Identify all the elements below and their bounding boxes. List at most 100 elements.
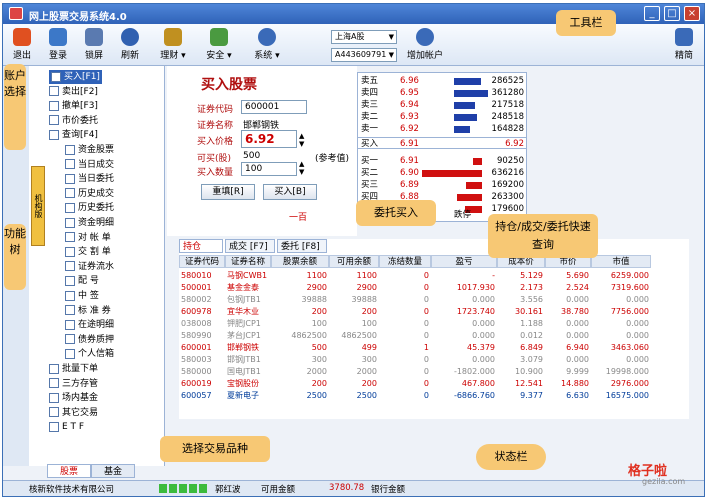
nav-item-label: 配 号: [78, 276, 99, 287]
nav-item[interactable]: 标 准 券: [65, 304, 111, 318]
buy-button[interactable]: 买入[B]: [263, 184, 317, 200]
nav-item[interactable]: 三方存管: [49, 377, 98, 391]
code-input[interactable]: 600001: [241, 100, 307, 114]
column-header[interactable]: 证券代码: [179, 255, 225, 268]
nav-item-label: 当日委托: [78, 174, 115, 185]
table-row[interactable]: 580990 茅台JCP1 4862500 4862500 0 0.000 0.012 0.0…: [179, 330, 679, 341]
column-header[interactable]: 盈亏: [431, 255, 497, 268]
institution-tab[interactable]: 机构版: [31, 166, 45, 246]
nav-item[interactable]: 卖出[F2]: [49, 85, 98, 99]
table-row[interactable]: 600019 宝钢股份 200 200 0 467.800 12.541 14.880 2976…: [179, 378, 679, 389]
nav-item[interactable]: E T F: [49, 420, 84, 434]
nav-item[interactable]: 在途明细: [65, 318, 114, 332]
reset-button[interactable]: 重填[R]: [201, 184, 255, 200]
chevron-down-icon: ▼: [388, 33, 394, 41]
compact-button[interactable]: 精简: [669, 28, 699, 64]
login-button[interactable]: 登录: [43, 28, 73, 64]
finance-button[interactable]: 理财 ▾: [153, 28, 193, 64]
table-cell: -: [492, 271, 495, 280]
table-cell: 邯郸钢铁: [227, 343, 259, 352]
add-account-button[interactable]: 增加帐户: [403, 28, 447, 64]
refresh-button[interactable]: 刷新: [115, 28, 145, 64]
app-window: 网上股票交易系统4.0 _ □ × 退出 登录 锁屏 刷新 理财 ▾ 安全 ▾ …: [2, 3, 705, 497]
column-header[interactable]: 证券名称: [225, 255, 271, 268]
tab-trades[interactable]: 成交 [F7]: [225, 239, 275, 253]
column-header[interactable]: 冻结数量: [379, 255, 431, 268]
qty-input[interactable]: 100: [241, 162, 297, 176]
tab-fund[interactable]: 基金: [91, 464, 135, 478]
depth-row: 卖四 6.95 361280: [358, 87, 526, 99]
nav-item[interactable]: 个人信箱: [65, 347, 114, 361]
column-header[interactable]: 可用余额: [329, 255, 379, 268]
table-cell: 2000: [356, 367, 377, 376]
nav-item[interactable]: 交 割 单: [65, 245, 111, 259]
exit-button[interactable]: 退出: [9, 28, 35, 64]
nav-item-label: 历史成交: [78, 188, 115, 199]
column-header[interactable]: 市值: [591, 255, 651, 268]
nav-item[interactable]: 买入[F1]: [49, 70, 102, 84]
table-cell: 0: [423, 295, 429, 304]
nav-item[interactable]: 查询[F4]: [49, 128, 98, 142]
depth-volume-bar: [454, 90, 488, 97]
tab-stock[interactable]: 股票: [47, 464, 91, 478]
table-cell: 39888: [351, 295, 377, 304]
table-row[interactable]: 038008 钾肥JCP1 100 100 0 0.000 1.188 0.000 0.000: [179, 318, 679, 329]
table-row[interactable]: 600001 邯郸钢铁 500 499 1 45.379 6.849 6.940 3463.06…: [179, 342, 679, 353]
depth-volume-bar: [457, 194, 482, 201]
column-header[interactable]: 股票余额: [271, 255, 329, 268]
table-cell: 0.000: [566, 319, 589, 328]
qty-stepper[interactable]: ▲ ▼: [299, 160, 304, 176]
nav-item[interactable]: 资金明细: [65, 216, 114, 230]
buy-order-panel: 买入股票 证券代码 600001 证券名称 邯郸钢铁 买入价格 6.92 ▲ ▼ …: [167, 66, 357, 236]
table-row[interactable]: 500001 基金金泰 2900 2900 0 1017.930 2.173 2.524 731…: [179, 282, 679, 293]
table-row[interactable]: 580010 马钢CWB1 1100 1100 0 - 5.129 5.690 6259.000: [179, 270, 679, 281]
nav-item[interactable]: 场内基金: [49, 391, 98, 405]
nav-item[interactable]: 债券质押: [65, 333, 114, 347]
depth-price: 6.93: [400, 112, 419, 122]
nav-item-icon: [65, 232, 75, 243]
table-cell: 300: [361, 355, 377, 364]
nav-item[interactable]: 当日委托: [65, 172, 114, 186]
table-cell: 0.000: [566, 295, 589, 304]
table-row[interactable]: 580000 国电JTB1 2000 2000 0 -1802.000 10.900 9.99…: [179, 366, 679, 377]
nav-item[interactable]: 批量下单: [49, 362, 98, 376]
minimize-button[interactable]: _: [644, 6, 660, 21]
nav-item[interactable]: 历史委托: [65, 201, 114, 215]
table-cell: 580003: [181, 355, 212, 364]
table-row[interactable]: 600978 宜华木业 200 200 0 1723.740 30.161 38.780 775…: [179, 306, 679, 317]
nav-item[interactable]: 中 签: [65, 289, 99, 303]
price-input[interactable]: 6.92: [241, 130, 297, 148]
nav-item[interactable]: 撤单[F3]: [49, 99, 98, 113]
table-row[interactable]: 600057 夏新电子 2500 2500 0 -6866.760 9.377 6.630 16…: [179, 390, 679, 401]
price-stepper[interactable]: ▲ ▼: [299, 132, 304, 148]
nav-item[interactable]: 资金股票: [65, 143, 114, 157]
table-cell: 国电JTB1: [227, 367, 261, 376]
nav-item-label: 场内基金: [62, 393, 99, 404]
account-select[interactable]: A443609791 ▼: [331, 48, 397, 62]
close-button[interactable]: ×: [684, 6, 700, 21]
table-cell: 0: [423, 355, 429, 364]
table-cell: 0.000: [472, 355, 495, 364]
depth-row: 卖一 6.92 164828: [358, 123, 526, 135]
lock-button[interactable]: 锁屏: [79, 28, 109, 64]
table-cell: 300: [311, 355, 327, 364]
table-row[interactable]: 580002 包钢JTB1 39888 39888 0 0.000 3.556 0.000 0.…: [179, 294, 679, 305]
security-button[interactable]: 安全 ▾: [199, 28, 239, 64]
tab-orders[interactable]: 委托 [F8]: [277, 239, 327, 253]
nav-item[interactable]: 历史成交: [65, 187, 114, 201]
price-label: 买入价格: [197, 137, 234, 147]
nav-item[interactable]: 其它交易: [49, 406, 98, 420]
nav-item[interactable]: 对 帐 单: [65, 231, 111, 245]
tab-positions[interactable]: 持仓 [F6]: [179, 239, 223, 266]
nav-item[interactable]: 当日成交: [65, 158, 114, 172]
market-select[interactable]: 上海A股 ▼: [331, 30, 397, 44]
table-cell: 100: [311, 319, 327, 328]
nav-item[interactable]: 市价委托: [49, 114, 98, 128]
nav-item[interactable]: 证券流水: [65, 260, 114, 274]
nav-item[interactable]: 配 号: [65, 274, 99, 288]
maximize-button[interactable]: □: [664, 6, 680, 21]
nav-item-icon: [65, 246, 75, 257]
table-row[interactable]: 580003 邯钢JTB1 300 300 0 0.000 3.079 0.000 0.000: [179, 354, 679, 365]
nav-item-icon: [51, 71, 61, 82]
system-button[interactable]: 系统 ▾: [247, 28, 287, 64]
